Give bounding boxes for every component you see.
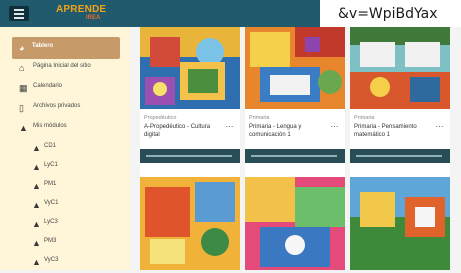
graduation-cap-icon: ▲ bbox=[32, 181, 41, 191]
graduation-cap-icon: ▲ bbox=[32, 257, 41, 267]
course-progress-bar bbox=[350, 149, 450, 163]
sidebar-item-label: PM3 bbox=[44, 238, 57, 244]
course-card[interactable]: Primaria Primaria - Pensamiento matemáti… bbox=[350, 27, 450, 177]
course-name[interactable]: A-Propedéutico - Cultura digital bbox=[144, 123, 224, 139]
logo-text: APRENDE bbox=[56, 4, 107, 15]
course-card[interactable] bbox=[245, 177, 345, 270]
course-image[interactable] bbox=[140, 27, 240, 109]
graduation-cap-icon: ▲ bbox=[19, 123, 28, 133]
sidebar-item-label: Página Inicial del sitio bbox=[33, 63, 91, 69]
sidebar-item-tablero[interactable]: ◕ Tablero bbox=[12, 37, 120, 59]
sidebar-item-label: Tablero bbox=[32, 43, 54, 49]
course-name[interactable]: Primaria - Lengua y comunicación 1 bbox=[249, 123, 329, 139]
course-category: Propedéutico bbox=[144, 115, 177, 121]
dashboard-icon: ◕ bbox=[19, 43, 25, 53]
course-category: Primaria bbox=[249, 115, 270, 121]
graduation-cap-icon: ▲ bbox=[32, 200, 41, 210]
sidebar: ◕ Tablero ⌂ Página Inicial del sitio ▦ C… bbox=[0, 27, 130, 270]
course-card[interactable]: Primaria Primaria - Lengua y comunicació… bbox=[245, 27, 345, 177]
course-card[interactable] bbox=[140, 177, 240, 270]
graduation-cap-icon: ▲ bbox=[32, 162, 41, 172]
header-band bbox=[0, 0, 320, 27]
course-name[interactable]: Primaria - Pensamiento matemático 1 bbox=[354, 123, 434, 139]
sidebar-item-label: Calendario bbox=[33, 83, 63, 89]
top-bar: APRENDE IREA &v=WpiBdYax bbox=[0, 0, 461, 27]
course-card[interactable]: Propedéutico A-Propedéutico - Cultura di… bbox=[140, 27, 240, 177]
course-image[interactable] bbox=[245, 27, 345, 109]
course-image[interactable] bbox=[140, 177, 240, 270]
graduation-cap-icon: ▲ bbox=[32, 238, 41, 248]
course-image[interactable] bbox=[350, 177, 450, 270]
logo-subtext: IREA bbox=[86, 15, 101, 21]
sidebar-item-calendario[interactable]: ▦ Calendario bbox=[0, 77, 130, 99]
course-menu-button[interactable]: ⋯ bbox=[436, 122, 445, 131]
course-progress-bar bbox=[140, 149, 240, 163]
sidebar-item-label: Mis módulos bbox=[33, 123, 67, 129]
course-image[interactable] bbox=[245, 177, 345, 270]
progress-track bbox=[356, 155, 442, 157]
file-icon: ▯ bbox=[19, 103, 24, 113]
site-logo[interactable]: APRENDE IREA bbox=[56, 4, 106, 24]
course-menu-button[interactable]: ⋯ bbox=[331, 122, 340, 131]
sidebar-item-label: CD1 bbox=[44, 143, 57, 149]
course-menu-button[interactable]: ⋯ bbox=[226, 122, 235, 131]
sidebar-item-mis-modulos[interactable]: ▲ Mis módulos bbox=[0, 117, 130, 139]
calendar-icon: ▦ bbox=[19, 83, 28, 93]
sidebar-item-label: LyC1 bbox=[44, 162, 58, 168]
progress-track bbox=[251, 155, 337, 157]
course-progress-bar bbox=[245, 149, 345, 163]
sidebar-item-label: PM1 bbox=[44, 181, 57, 187]
sidebar-item-label: Archivos privados bbox=[33, 103, 81, 109]
hamburger-line bbox=[14, 17, 24, 19]
graduation-cap-icon: ▲ bbox=[32, 143, 41, 153]
sidebar-item-home[interactable]: ⌂ Página Inicial del sitio bbox=[0, 57, 130, 79]
sidebar-item-label: VyC1 bbox=[44, 200, 59, 206]
sidebar-item-archivos[interactable]: ▯ Archivos privados bbox=[0, 97, 130, 119]
hamburger-line bbox=[14, 13, 24, 15]
hamburger-line bbox=[14, 9, 24, 11]
sidebar-item-label: VyC3 bbox=[44, 257, 59, 263]
graduation-cap-icon: ▲ bbox=[32, 219, 41, 229]
course-image[interactable] bbox=[350, 27, 450, 109]
overlay-text: &v=WpiBdYax bbox=[338, 6, 438, 22]
menu-toggle-button[interactable] bbox=[9, 6, 29, 21]
sidebar-item-label: LyC3 bbox=[44, 219, 58, 225]
progress-track bbox=[146, 155, 232, 157]
course-category: Primaria bbox=[354, 115, 375, 121]
home-icon: ⌂ bbox=[19, 63, 25, 73]
course-grid: Propedéutico A-Propedéutico - Cultura di… bbox=[130, 27, 461, 270]
course-card[interactable] bbox=[350, 177, 450, 270]
